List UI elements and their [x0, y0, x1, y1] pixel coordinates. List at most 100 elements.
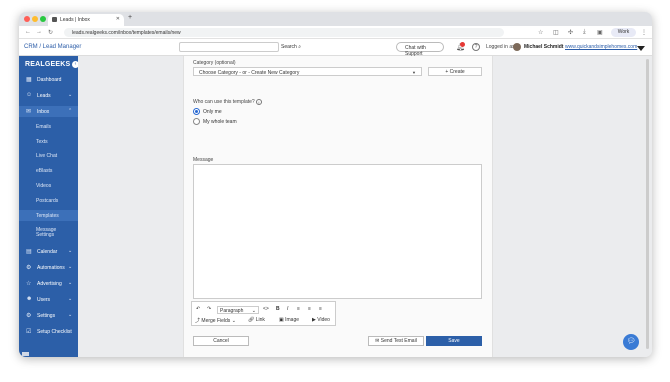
link-icon: 🔗︎: [248, 317, 255, 323]
menu-dots-icon[interactable]: ⋮: [641, 29, 647, 36]
chat-bubble-icon[interactable]: 💬︎: [623, 334, 639, 350]
chevron-down-icon: ▼: [412, 70, 416, 75]
sidebar-item-templates[interactable]: Templates: [19, 210, 78, 221]
extension-icon[interactable]: ◫: [553, 29, 559, 36]
breadcrumb[interactable]: CRM / Lead Manager: [24, 44, 81, 50]
whole-team-radio[interactable]: [193, 118, 200, 125]
profile-button[interactable]: Work: [611, 28, 636, 37]
chat-support-button[interactable]: Chat with Support: [396, 42, 444, 57]
minimize-window-dot[interactable]: [32, 16, 38, 22]
code-icon[interactable]: <>: [263, 306, 269, 312]
sidebar-item-message-settings[interactable]: Message Settings: [19, 225, 78, 241]
chevron-down-icon: ⌄: [251, 308, 256, 314]
cancel-button[interactable]: Cancel: [193, 336, 249, 346]
realgeeks-logo[interactable]: REALGEEKS: [25, 61, 70, 68]
back-icon[interactable]: ←: [25, 29, 31, 35]
reload-icon[interactable]: ↻: [48, 29, 53, 36]
logged-in-label: Logged in as: [486, 44, 515, 50]
bookmark-star-icon[interactable]: ☆: [538, 29, 543, 36]
italic-icon[interactable]: I: [287, 306, 288, 312]
site-link[interactable]: www.quickandsimplehomes.com: [565, 44, 637, 50]
main-content: Category (optional) Choose Category - or…: [78, 56, 652, 357]
message-editor[interactable]: [193, 164, 482, 299]
whole-team-label[interactable]: My whole team: [203, 119, 237, 125]
video-label: Video: [317, 317, 330, 323]
forward-icon[interactable]: →: [36, 29, 42, 35]
save-button[interactable]: Save: [426, 336, 482, 346]
help-icon[interactable]: ?: [472, 43, 480, 51]
sidebar-item-setup-checklist[interactable]: ☑ Setup Checklist: [19, 326, 78, 337]
maximize-window-dot[interactable]: [40, 16, 46, 22]
only-me-radio[interactable]: [193, 108, 200, 115]
bold-icon[interactable]: B: [276, 306, 280, 312]
chevron-down-icon: ⌄: [68, 312, 73, 318]
undo-icon[interactable]: ↶: [196, 306, 200, 312]
sidebar-item-label: Leads: [37, 93, 51, 99]
sidebar-item-label: Setup Checklist: [37, 329, 72, 335]
checklist-icon: ☑: [26, 329, 32, 335]
message-label: Message: [193, 157, 214, 163]
page-scrollbar[interactable]: [646, 59, 649, 349]
sidebar-item-label: eBlasts: [36, 168, 53, 174]
sidebar-item-eblasts[interactable]: eBlasts: [19, 165, 78, 176]
sidebar-item-texts[interactable]: Texts: [19, 136, 78, 147]
image-button[interactable]: ▣ Image: [279, 317, 299, 323]
sidebar-footer-icon[interactable]: [22, 352, 29, 356]
user-name[interactable]: Michael Schmidt: [524, 44, 563, 50]
link-button[interactable]: 🔗︎ Link: [248, 317, 265, 323]
info-icon[interactable]: i: [256, 99, 262, 105]
video-button[interactable]: ▶ Video: [312, 317, 330, 323]
send-test-email-label: Send Test Email: [380, 338, 417, 344]
search-button[interactable]: Search ⌕: [281, 44, 301, 50]
sidebar-item-label: Live Chat: [36, 153, 58, 159]
sidebar-item-videos[interactable]: Videos: [19, 180, 78, 191]
sidebar-item-leads[interactable]: ☺ Leads ⌄: [19, 90, 78, 101]
avatar[interactable]: [513, 43, 521, 51]
sidebar-item-label: Inbox: [37, 109, 50, 115]
gear-icon: ⚙: [26, 313, 32, 319]
tab-bar: Leads | Inbox ✕ +: [19, 12, 652, 26]
sidebar-item-users[interactable]: ☻ Users ⌄: [19, 294, 78, 305]
chevron-down-icon: ⌄: [68, 280, 73, 286]
close-window-dot[interactable]: [24, 16, 30, 22]
sidebar-item-postcards[interactable]: Postcards: [19, 195, 78, 206]
category-select[interactable]: Choose Category - or - Create New Catego…: [193, 67, 422, 76]
app-header: CRM / Lead Manager Search ⌕ Chat with Su…: [19, 39, 652, 57]
url-field[interactable]: leads.realgeeks.com/inbox/templates/emai…: [64, 28, 504, 37]
link-label: Link: [255, 317, 265, 323]
create-category-button[interactable]: + Create: [428, 67, 482, 76]
redo-icon[interactable]: ↷: [207, 306, 211, 312]
search-icon: ⌕: [298, 44, 302, 50]
sidebar-item-inbox[interactable]: ✉ Inbox ⌃: [19, 106, 78, 117]
sidebar-item-dashboard[interactable]: ▦ Dashboard: [19, 74, 78, 85]
image-icon: ▣: [279, 317, 284, 323]
category-select-value: Choose Category - or - Create New Catego…: [199, 70, 300, 76]
sidepanel-icon[interactable]: ▣: [597, 29, 603, 36]
puzzle-icon[interactable]: ✣: [568, 29, 573, 36]
sidebar-item-calendar[interactable]: ▤ Calendar ⌄: [19, 246, 78, 257]
users-icon: ☻: [26, 296, 33, 302]
sidebar-item-advertising[interactable]: ☆ Advertising ⌄: [19, 278, 78, 289]
align-left-icon[interactable]: ≡: [297, 306, 300, 312]
paragraph-select[interactable]: Paragraph ⌄: [217, 306, 259, 314]
align-center-icon[interactable]: ≡: [308, 306, 311, 312]
merge-fields-button[interactable]: ⤴ Merge Fields ⌄: [195, 317, 236, 324]
account-dropdown-icon[interactable]: [637, 46, 645, 51]
advertising-icon: ☆: [26, 281, 32, 287]
image-label: Image: [285, 317, 300, 323]
sidebar-item-emails[interactable]: Emails: [19, 121, 78, 132]
only-me-label[interactable]: Only me: [203, 109, 222, 115]
editor-toolbar: ↶ ↷ Paragraph ⌄ <> B I ≡ ≡ ≡ ⤴ Merge Fie…: [191, 301, 336, 326]
new-tab-icon[interactable]: +: [128, 14, 132, 21]
sidebar-item-live-chat[interactable]: Live Chat: [19, 150, 78, 161]
send-test-email-button[interactable]: ✉ Send Test Email: [368, 336, 424, 346]
align-right-icon[interactable]: ≡: [319, 306, 322, 312]
tab-title: Leads | Inbox: [60, 17, 90, 23]
close-tab-icon[interactable]: ✕: [116, 16, 120, 22]
sidebar-item-label: Videos: [36, 183, 52, 189]
sidebar-item-automations[interactable]: ⚙ Automations ⌄: [19, 262, 78, 273]
browser-tab[interactable]: Leads | Inbox ✕: [48, 14, 124, 26]
sidebar-item-settings[interactable]: ⚙ Settings ⌄: [19, 310, 78, 321]
search-input[interactable]: [179, 42, 279, 52]
download-icon[interactable]: ⤓: [583, 29, 586, 36]
